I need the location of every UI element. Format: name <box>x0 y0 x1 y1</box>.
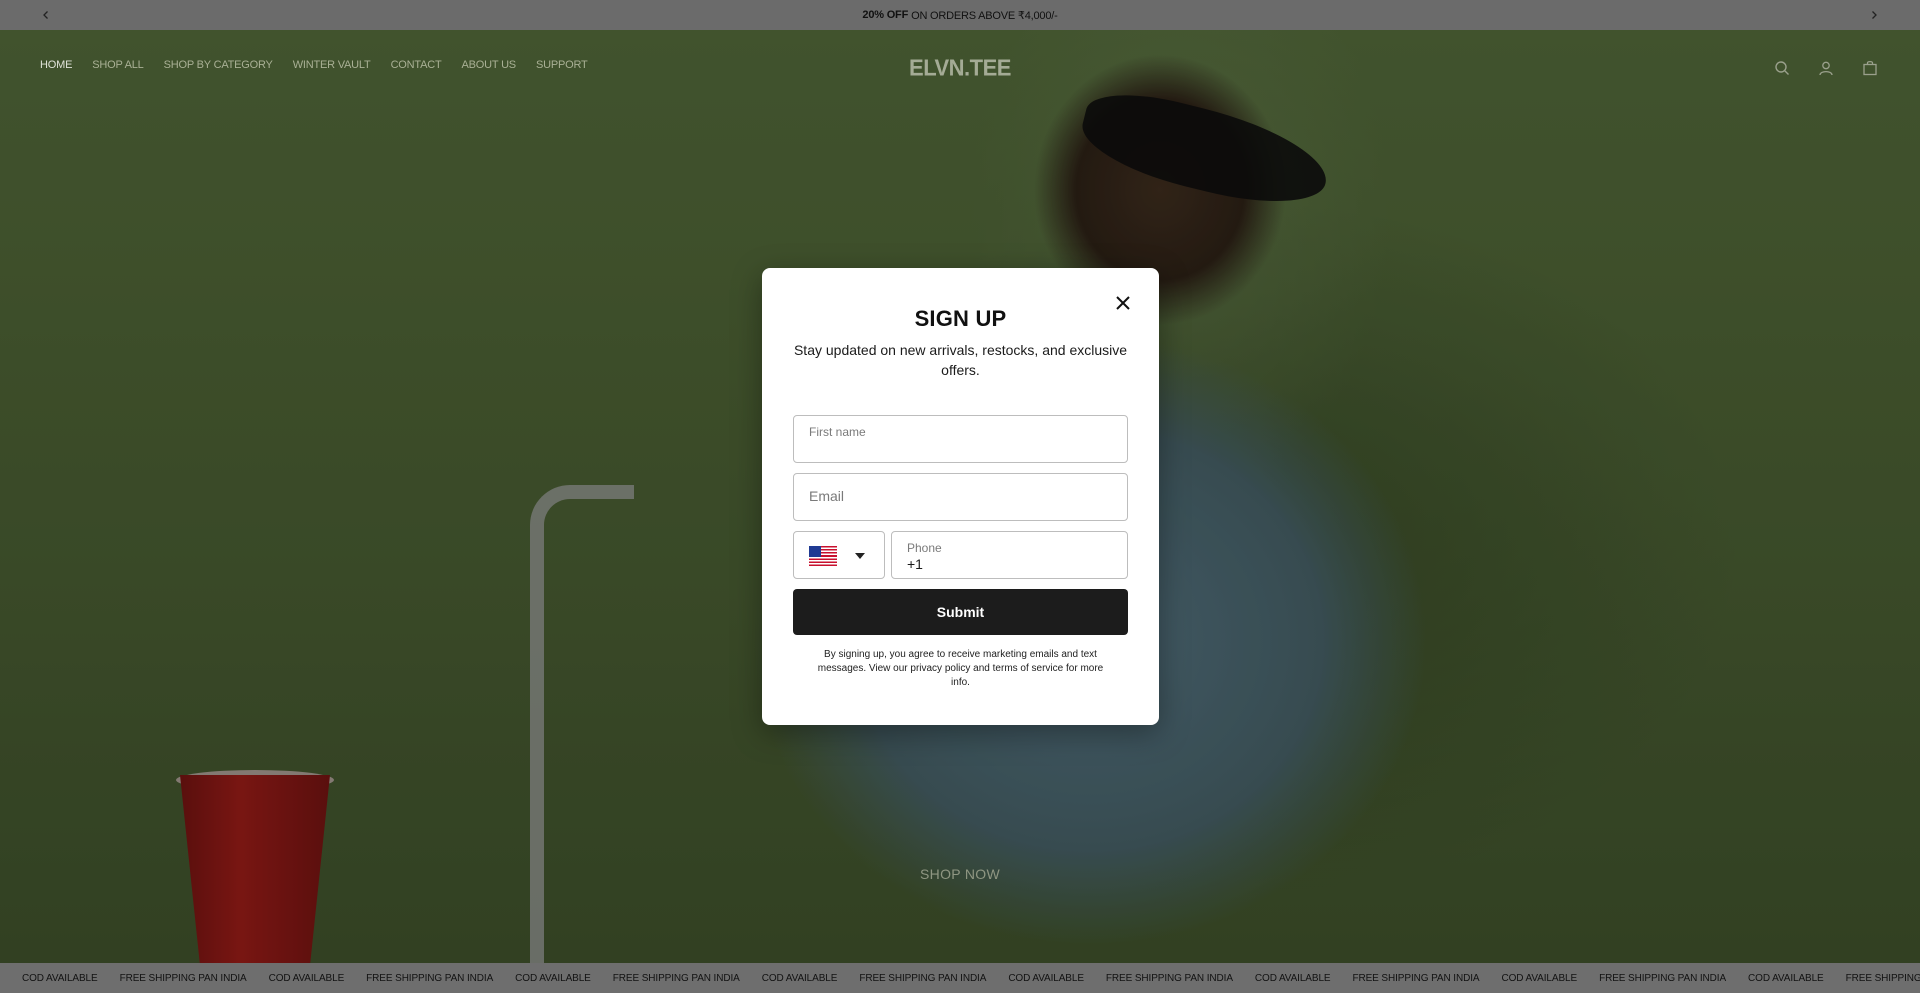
marquee-item: COD AVAILABLE <box>1254 972 1331 984</box>
email-field[interactable]: Email <box>793 473 1128 521</box>
marquee-item: FREE SHIPPING PAN INDIA <box>1352 972 1480 984</box>
marquee-item: COD AVAILABLE <box>268 972 345 984</box>
marquee-item: COD AVAILABLE <box>515 972 591 984</box>
first-name-input[interactable] <box>794 416 1127 462</box>
announcement-highlight: 20% OFF <box>862 9 909 21</box>
signup-modal: SIGN UP Stay updated on new arrivals, re… <box>762 268 1159 725</box>
shipping-marquee: COD AVAILABLE FREE SHIPPING PAN INDIA CO… <box>0 963 1920 993</box>
marquee-item: FREE SHIPPING PAN INDIA <box>1845 972 1920 984</box>
shop-now-link[interactable]: SHOP NOW <box>0 866 1920 882</box>
marquee-item: FREE SHIPPING PAN INDIA <box>612 972 740 984</box>
logo-text: ELVN.TEE <box>909 54 1011 81</box>
country-selector[interactable] <box>793 531 885 579</box>
marquee-item: COD AVAILABLE <box>1748 972 1824 984</box>
phone-input[interactable] <box>892 532 1127 578</box>
marquee-item: COD AVAILABLE <box>761 972 838 984</box>
site-logo[interactable]: ELVN.TEE <box>0 54 1920 81</box>
cart-icon[interactable] <box>1860 58 1880 78</box>
email-input[interactable] <box>794 474 1127 520</box>
marquee-item: COD AVAILABLE <box>1008 972 1084 984</box>
caret-down-icon <box>855 553 865 559</box>
marquee-item: FREE SHIPPING PAN INDIA <box>366 972 494 984</box>
announcement-text: ON ORDERS ABOVE ₹4,000/- <box>911 9 1058 22</box>
search-icon[interactable] <box>1772 58 1792 78</box>
marquee-item: COD AVAILABLE <box>1501 972 1578 984</box>
chevron-right-icon[interactable] <box>1866 7 1882 23</box>
account-icon[interactable] <box>1816 58 1836 78</box>
marquee-item: COD AVAILABLE <box>22 972 98 984</box>
modal-title: SIGN UP <box>914 306 1007 331</box>
phone-field[interactable]: Phone +1 <box>891 531 1128 579</box>
marquee-item: FREE SHIPPING PAN INDIA <box>859 972 987 984</box>
marquee-item: FREE SHIPPING PAN INDIA <box>1105 972 1233 984</box>
marquee-item: FREE SHIPPING PAN INDIA <box>119 972 247 984</box>
announcement-bar: 20% OFF ON ORDERS ABOVE ₹4,000/- <box>0 0 1920 30</box>
us-flag-icon <box>809 546 837 566</box>
submit-button[interactable]: Submit <box>793 589 1128 635</box>
modal-subtitle: Stay updated on new arrivals, restocks, … <box>793 342 1128 378</box>
header-icons <box>1772 58 1880 78</box>
first-name-field[interactable]: First name <box>793 415 1128 463</box>
legal-disclaimer: By signing up, you agree to receive mark… <box>817 649 1104 688</box>
marquee-item: FREE SHIPPING PAN INDIA <box>1599 972 1727 984</box>
chevron-left-icon[interactable] <box>38 7 54 23</box>
